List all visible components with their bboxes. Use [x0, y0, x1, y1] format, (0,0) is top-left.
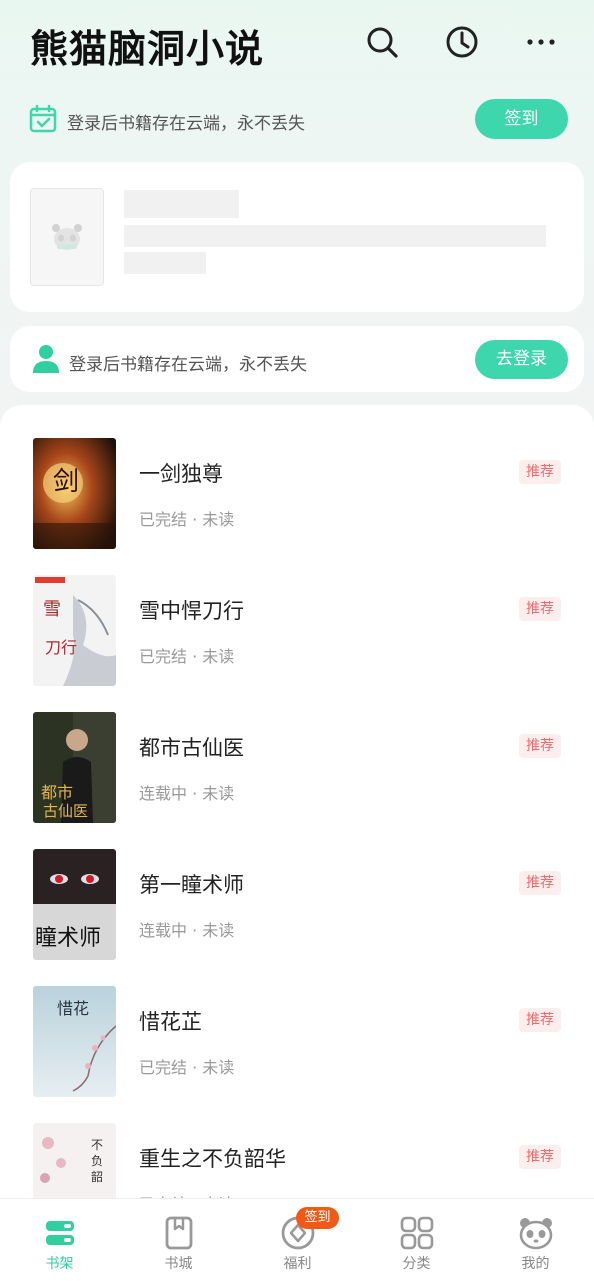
- book-item[interactable]: 剑 一剑独尊 已完结 · 未读 推荐: [0, 438, 594, 550]
- book-item[interactable]: 瞳术师 第一瞳术师 连载中 · 未读 推荐: [0, 849, 594, 961]
- book-cover[interactable]: 雪 刀行: [33, 575, 116, 686]
- recommend-tag: 推荐: [519, 1145, 561, 1169]
- svg-text:剑: 剑: [53, 467, 79, 497]
- book-cover[interactable]: 瞳术师: [33, 849, 116, 960]
- search-icon[interactable]: [364, 24, 400, 60]
- book-title: 惜花芷: [139, 1010, 202, 1034]
- svg-text:刀行: 刀行: [45, 638, 77, 657]
- placeholder-line: [124, 225, 546, 247]
- panda-icon: [518, 1215, 554, 1251]
- book-cover[interactable]: 剑: [33, 438, 116, 549]
- svg-text:雪: 雪: [43, 599, 61, 620]
- book-status: 已完结 · 未读: [139, 510, 235, 529]
- svg-text:都市: 都市: [41, 783, 73, 802]
- signin-bar: 登录后书籍存在云端，永不丢失 签到: [0, 96, 594, 144]
- signin-button[interactable]: 签到: [475, 99, 568, 139]
- bookshelf-icon: [42, 1215, 78, 1251]
- panda-placeholder-icon: [52, 224, 82, 250]
- book-cover[interactable]: 都市 古仙医: [33, 712, 116, 823]
- recent-book-placeholder-card: [10, 162, 584, 312]
- app-title: 熊猫脑洞小说: [30, 27, 265, 71]
- recommend-tag: 推荐: [519, 734, 561, 758]
- book-status: 已完结 · 未读: [139, 1058, 235, 1077]
- bottom-tab-bar: 书架 书城 福利 分类 我的: [0, 1198, 594, 1281]
- book-store-icon: [161, 1215, 197, 1251]
- app-header: 熊猫脑洞小说: [0, 0, 594, 86]
- book-title: 第一瞳术师: [139, 873, 244, 897]
- svg-text:不: 不: [91, 1138, 103, 1152]
- history-clock-icon[interactable]: [444, 24, 480, 60]
- more-icon[interactable]: [523, 24, 559, 60]
- book-status: 已完结 · 未读: [139, 647, 235, 666]
- svg-text:古仙医: 古仙医: [43, 802, 88, 820]
- recommend-tag: 推荐: [519, 460, 561, 484]
- recommend-tag: 推荐: [519, 597, 561, 621]
- tab-label: 福利: [283, 1256, 312, 1272]
- go-login-button[interactable]: 去登录: [475, 340, 568, 379]
- placeholder-line: [124, 190, 239, 218]
- tab-bookshelf[interactable]: 书架: [0, 1199, 119, 1281]
- recommend-tag: 推荐: [519, 1008, 561, 1032]
- login-prompt-card: 登录后书籍存在云端，永不丢失 去登录: [10, 326, 584, 392]
- book-title: 一剑独尊: [139, 462, 223, 486]
- grid-icon: [399, 1215, 435, 1251]
- login-hint-text: 登录后书籍存在云端，永不丢失: [69, 355, 307, 375]
- book-status: 连载中 · 未读: [139, 921, 235, 940]
- recommend-tag: 推荐: [519, 871, 561, 895]
- svg-text:负: 负: [91, 1154, 103, 1168]
- book-status: 连载中 · 未读: [139, 784, 235, 803]
- placeholder-line: [124, 252, 206, 274]
- tab-bookstore[interactable]: 书城: [119, 1199, 238, 1281]
- calendar-check-icon: [28, 104, 58, 134]
- svg-text:韶: 韶: [91, 1169, 103, 1184]
- book-item[interactable]: 惜花 惜花芷 已完结 · 未读 推荐: [0, 986, 594, 1098]
- svg-text:瞳术师: 瞳术师: [35, 926, 101, 951]
- tab-label: 书城: [164, 1256, 193, 1272]
- tab-label: 书架: [45, 1256, 74, 1272]
- tab-label: 分类: [402, 1256, 431, 1272]
- book-title: 都市古仙医: [139, 736, 244, 760]
- tab-category[interactable]: 分类: [357, 1199, 476, 1281]
- user-icon: [32, 344, 60, 374]
- placeholder-cover: [30, 188, 104, 286]
- book-title: 雪中悍刀行: [139, 599, 244, 623]
- signin-hint-text: 登录后书籍存在云端，永不丢失: [67, 114, 305, 134]
- bookshelf-list: 剑 一剑独尊 已完结 · 未读 推荐 雪 刀行 雪中悍刀行 已完结 · 未读 推…: [0, 405, 594, 1234]
- book-cover[interactable]: 惜花: [33, 986, 116, 1097]
- tab-label: 我的: [521, 1256, 550, 1272]
- svg-text:惜花: 惜花: [57, 999, 89, 1018]
- book-title: 重生之不负韶华: [139, 1147, 286, 1171]
- signin-badge: 签到: [296, 1207, 339, 1229]
- book-item[interactable]: 都市 古仙医 都市古仙医 连载中 · 未读 推荐: [0, 712, 594, 824]
- tab-mine[interactable]: 我的: [476, 1199, 594, 1281]
- book-item[interactable]: 雪 刀行 雪中悍刀行 已完结 · 未读 推荐: [0, 575, 594, 687]
